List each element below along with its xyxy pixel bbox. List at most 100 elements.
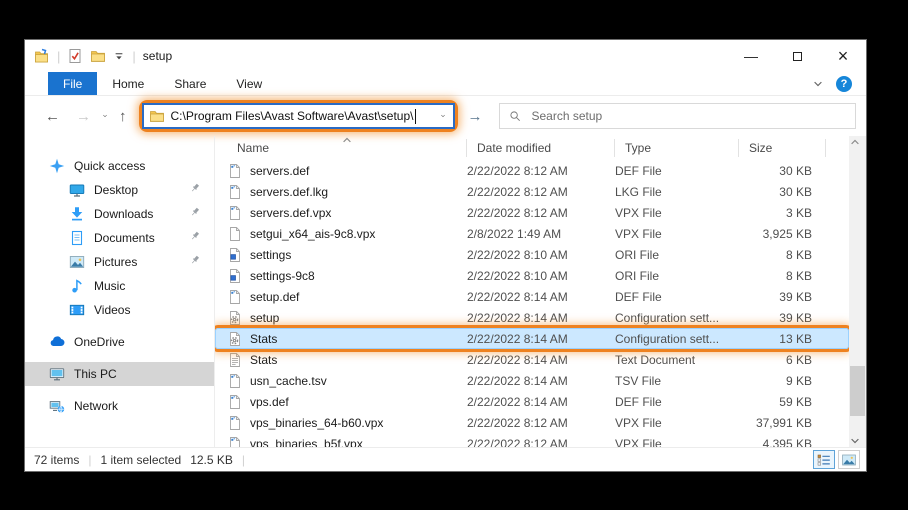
help-icon[interactable]: ? (836, 76, 852, 92)
file-config-icon (227, 331, 243, 347)
column-label: Date modified (477, 141, 551, 155)
file-row[interactable]: Stats2/22/2022 8:14 AMText Document6 KB (215, 349, 849, 370)
file-row[interactable]: vps.def2/22/2022 8:14 AMDEF File59 KB (215, 391, 849, 412)
selection-count: 1 item selected (100, 453, 181, 467)
sidebar-item-videos[interactable]: Videos (25, 298, 214, 322)
quick-access-toolbar: | | (25, 48, 136, 64)
file-row[interactable]: Stats2/22/2022 8:14 AMConfiguration sett… (215, 328, 849, 349)
back-icon[interactable]: ← (37, 108, 68, 125)
file-row[interactable]: servers.def2/22/2022 8:12 AMDEF File30 K… (215, 160, 849, 181)
sidebar-item-documents[interactable]: Documents (25, 226, 214, 250)
folder-icon (149, 108, 165, 124)
file-date-modified: 2/22/2022 8:14 AM (467, 395, 615, 409)
tab-share[interactable]: Share (159, 72, 221, 95)
maximize-icon (793, 52, 802, 61)
go-to-icon[interactable]: → (462, 108, 491, 125)
file-row[interactable]: settings-9c82/22/2022 8:10 AMORI File8 K… (215, 265, 849, 286)
sidebar: Quick accessDesktopDownloadsDocuments Pic… (25, 136, 215, 447)
file-name: servers.def (250, 164, 309, 178)
titlebar-separator: | (132, 49, 135, 64)
address-bar[interactable]: C:\Program Files\Avast Software\Avast\se… (142, 103, 455, 129)
desktop-icon (69, 182, 85, 198)
pictures-icon (69, 254, 85, 270)
file-ori-icon (227, 268, 243, 284)
sidebar-item-desktop[interactable]: Desktop (25, 178, 214, 202)
file-row[interactable]: servers.def.lkg2/22/2022 8:12 AMLKG File… (215, 181, 849, 202)
file-row[interactable]: servers.def.vpx2/22/2022 8:12 AMVPX File… (215, 202, 849, 223)
file-type: VPX File (615, 206, 739, 220)
sidebar-item-music[interactable]: Music (25, 274, 214, 298)
file-type: LKG File (615, 185, 739, 199)
qat-menu-chevron-icon[interactable] (113, 50, 125, 62)
file-size: 9 KB (739, 374, 826, 388)
main-area: Quick accessDesktopDownloadsDocuments Pic… (25, 136, 866, 447)
pin-icon (189, 254, 201, 266)
properties-icon[interactable] (67, 48, 83, 64)
up-icon[interactable]: ↑ (111, 108, 135, 125)
file-size: 6 KB (739, 353, 826, 367)
maximize-button[interactable] (774, 40, 820, 72)
sidebar-item-pictures[interactable]: Pictures (25, 250, 214, 274)
file-row[interactable]: vps_binaries_b5f.vpx2/22/2022 8:12 AMVPX… (215, 433, 849, 447)
file-row[interactable]: settings2/22/2022 8:10 AMORI File8 KB (215, 244, 849, 265)
sidebar-item-network[interactable]: Network (25, 394, 214, 418)
sidebar-item-onedrive[interactable]: OneDrive (25, 330, 214, 354)
tab-home[interactable]: Home (97, 72, 159, 95)
window-controls: — × (728, 40, 866, 72)
videos-icon (69, 302, 85, 318)
file-blank-icon (227, 394, 243, 410)
pin-icon (189, 182, 201, 194)
sidebar-item-label: Pictures (94, 255, 137, 269)
tab-view[interactable]: View (221, 72, 277, 95)
close-button[interactable]: × (820, 40, 866, 72)
address-bar-annotation: C:\Program Files\Avast Software\Avast\se… (139, 100, 458, 132)
address-dropdown-chevron-icon[interactable] (437, 110, 449, 122)
file-date-modified: 2/22/2022 8:10 AM (467, 269, 615, 283)
file-type: ORI File (615, 269, 739, 283)
file-row[interactable]: setup.def2/22/2022 8:14 AMDEF File39 KB (215, 286, 849, 307)
status-separator: | (88, 453, 91, 467)
new-folder-icon[interactable] (90, 48, 106, 64)
thumbnails-view-button[interactable] (838, 450, 860, 469)
scroll-up-icon[interactable] (849, 136, 861, 148)
file-row[interactable]: setup2/22/2022 8:14 AMConfiguration sett… (215, 307, 849, 328)
sidebar-item-quick-access[interactable]: Quick access (25, 154, 214, 178)
file-list: Name Date modified Type Size servers.def… (215, 136, 849, 447)
documents-icon (69, 230, 85, 246)
column-header-size[interactable]: Size (739, 139, 826, 157)
explorer-logo-icon (34, 48, 50, 64)
search-input[interactable] (530, 108, 847, 124)
scroll-down-icon[interactable] (849, 435, 861, 447)
file-name: setup.def (250, 290, 299, 304)
ribbon-right: ? (812, 72, 866, 95)
file-size: 4,395 KB (739, 437, 826, 448)
sidebar-item-this-pc[interactable]: This PC (25, 362, 214, 386)
pin-icon (189, 206, 201, 218)
file-date-modified: 2/22/2022 8:12 AM (467, 185, 615, 199)
forward-icon[interactable]: → (68, 108, 99, 125)
details-view-button[interactable] (813, 450, 835, 469)
file-date-modified: 2/8/2022 1:49 AM (467, 227, 615, 241)
text-caret (415, 109, 416, 124)
sidebar-item-downloads[interactable]: Downloads (25, 202, 214, 226)
file-config-icon (227, 310, 243, 326)
this-pc-icon (49, 366, 65, 382)
tab-file[interactable]: File (48, 72, 97, 95)
sort-ascending-icon (341, 134, 353, 146)
titlebar-separator: | (57, 49, 60, 64)
file-type: Text Document (615, 353, 739, 367)
column-header-date-modified[interactable]: Date modified (467, 139, 615, 157)
expand-ribbon-chevron-icon[interactable] (812, 78, 824, 90)
column-header-type[interactable]: Type (615, 139, 739, 157)
vertical-scrollbar[interactable] (849, 136, 866, 447)
file-blank-icon (227, 289, 243, 305)
minimize-button[interactable]: — (728, 40, 774, 72)
file-row[interactable]: vps_binaries_64-b60.vpx2/22/2022 8:12 AM… (215, 412, 849, 433)
scrollbar-track[interactable] (849, 148, 866, 435)
file-size: 3 KB (739, 206, 826, 220)
recent-locations-chevron-icon[interactable] (99, 110, 111, 122)
file-row[interactable]: usn_cache.tsv2/22/2022 8:14 AMTSV File9 … (215, 370, 849, 391)
file-list-body: servers.def2/22/2022 8:12 AMDEF File30 K… (215, 160, 849, 447)
file-row[interactable]: setgui_x64_ais-9c8.vpx2/8/2022 1:49 AMVP… (215, 223, 849, 244)
scrollbar-thumb[interactable] (850, 366, 865, 416)
